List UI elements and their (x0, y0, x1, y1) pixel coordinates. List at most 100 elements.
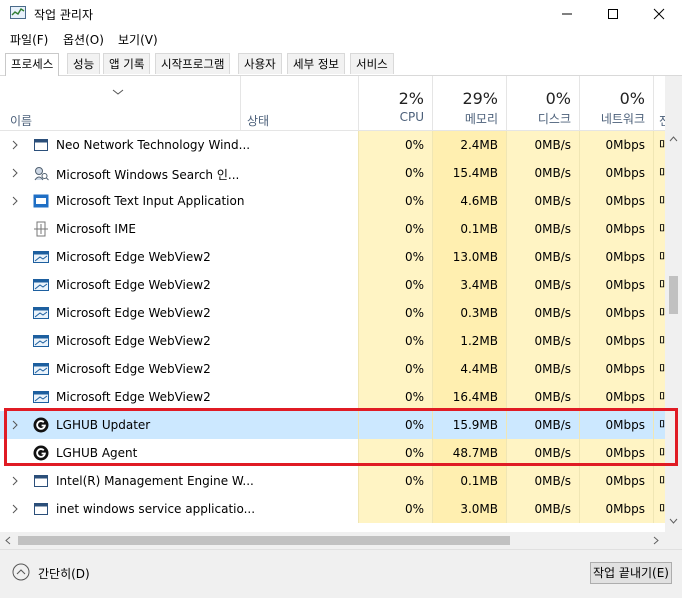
chevron-right-icon[interactable] (11, 168, 19, 178)
process-disk: 0MB/s (506, 243, 579, 271)
process-row[interactable]: Microsoft Edge WebView2 0% 3.4MB 0MB/s 0Mbps… (0, 271, 665, 299)
process-name-cell: Microsoft IME (0, 215, 240, 243)
process-net: 0Mbps (579, 383, 653, 411)
search-user-icon (34, 167, 49, 181)
disk-total: 0% (545, 89, 571, 108)
process-row[interactable]: Microsoft Edge WebView2 0% 1.2MB 0MB/s 0Mbps… (0, 327, 665, 355)
process-name: Microsoft Edge WebView2 (56, 306, 211, 320)
process-cpu: 0% (358, 159, 432, 187)
ime-icon (34, 221, 48, 237)
process-row[interactable]: Microsoft Edge WebView2 0% 4.4MB 0MB/s 0Mbps… (0, 355, 665, 383)
process-row[interactable]: Microsoft Edge WebView2 0% 13.0MB 0MB/s 0Mbp… (0, 243, 665, 271)
horizontal-scroll-thumb[interactable] (18, 536, 510, 545)
process-status-cell (240, 411, 358, 439)
chevron-right-icon[interactable] (11, 140, 19, 150)
process-power: 매 (653, 243, 665, 271)
process-power: 매 (653, 355, 665, 383)
horizontal-scrollbar[interactable] (0, 532, 665, 549)
process-net: 0Mbps (579, 299, 653, 327)
tab-startup[interactable]: 시작프로그램 (155, 53, 231, 74)
tab-details[interactable]: 세부 정보 (287, 53, 345, 74)
close-button[interactable] (636, 0, 682, 28)
process-row[interactable]: Neo Network Technology Wind... 0% 2.4MB 0MB… (0, 131, 665, 159)
process-row[interactable]: Microsoft Edge WebView2 0% 16.4MB 0MB/s 0Mbp… (0, 383, 665, 411)
tab-processes[interactable]: 프로세스 (5, 53, 60, 76)
vertical-scroll-thumb[interactable] (669, 276, 678, 314)
column-memory[interactable]: 29% 메모리 (432, 76, 506, 130)
process-net: 0Mbps (579, 131, 653, 159)
sort-chevron-icon (112, 89, 124, 95)
scroll-right-icon[interactable] (653, 536, 659, 545)
column-disk[interactable]: 0% 디스크 (506, 76, 579, 130)
process-cpu: 0% (358, 411, 432, 439)
process-net: 0Mbps (579, 495, 653, 523)
tab-performance[interactable]: 성능 (67, 53, 101, 74)
process-net: 0Mbps (579, 467, 653, 495)
tab-services[interactable]: 서비스 (350, 53, 394, 74)
process-cpu: 0% (358, 355, 432, 383)
column-name[interactable]: 이름 (0, 76, 240, 130)
process-row[interactable]: Microsoft Text Input Application 0% 4.6MB 0… (0, 187, 665, 215)
menu-file[interactable]: 파일(F) (10, 31, 48, 48)
chevron-right-icon[interactable] (11, 196, 19, 206)
process-row[interactable]: LGHUB Agent 0%48.7MB0MB/s0Mbps매 (0, 439, 665, 467)
process-mem: 3.4MB (432, 271, 506, 299)
process-name-cell: LGHUB Updater (0, 411, 240, 439)
process-net: 0Mbps (579, 327, 653, 355)
end-task-button[interactable]: 작업 끝내기(E) (590, 562, 672, 584)
process-power: 매 (653, 411, 665, 439)
chevron-right-icon[interactable] (11, 420, 19, 430)
minimize-button[interactable] (544, 0, 590, 28)
process-row[interactable]: Microsoft Edge WebView2 0% 0.3MB 0MB/s 0Mbps… (0, 299, 665, 327)
disk-label: 디스크 (537, 112, 571, 126)
menu-options[interactable]: 옵션(O) (63, 31, 104, 48)
column-network[interactable]: 0% 네트워크 (579, 76, 653, 130)
scroll-up-icon[interactable] (669, 136, 678, 142)
process-name: Intel(R) Management Engine W... (56, 474, 254, 488)
process-power: 매 (653, 327, 665, 355)
logitech-g-icon (33, 445, 49, 461)
process-name: inet windows service applicatio... (56, 502, 256, 516)
process-status-cell (240, 187, 358, 215)
process-cpu: 0% (358, 131, 432, 159)
process-name-cell: Microsoft Edge WebView2 (0, 299, 240, 327)
scroll-down-icon[interactable] (669, 518, 678, 524)
column-power[interactable]: 전력 (653, 76, 665, 130)
process-status-cell (240, 299, 358, 327)
process-cpu: 0% (358, 243, 432, 271)
menu-view[interactable]: 보기(V) (118, 31, 158, 48)
process-cpu: 0% (358, 495, 432, 523)
chevron-right-icon[interactable] (11, 504, 19, 514)
webview-icon (33, 279, 49, 291)
fewer-details-link[interactable]: 간단히(D) (38, 565, 90, 582)
process-row[interactable]: Microsoft IME 0%0.1MB0MB/s0Mbps매 (0, 215, 665, 243)
process-row[interactable]: Intel(R) Management Engine W... 0% 0.1MB 0M… (0, 467, 665, 495)
webview-icon (33, 391, 49, 403)
tab-users[interactable]: 사용자 (238, 53, 282, 74)
process-status-cell (240, 215, 358, 243)
webview-icon (33, 363, 49, 375)
process-row[interactable]: LGHUB Updater 0%15.9MB0MB/s0Mbps매 (0, 411, 665, 439)
column-status[interactable]: 상태 (240, 76, 358, 130)
chevron-right-icon[interactable] (11, 476, 19, 486)
process-mem: 15.4MB (432, 159, 506, 187)
vertical-scrollbar[interactable] (665, 76, 682, 532)
process-power: 매 (653, 383, 665, 411)
process-power: 매 (653, 299, 665, 327)
process-disk: 0MB/s (506, 159, 579, 187)
process-cpu: 0% (358, 187, 432, 215)
column-cpu[interactable]: 2% CPU (358, 76, 432, 130)
process-status-cell (240, 355, 358, 383)
scroll-left-icon[interactable] (5, 536, 11, 545)
process-mem: 1.2MB (432, 327, 506, 355)
process-row[interactable]: Microsoft Windows Search 인... 0% 15.4MB 0MB… (0, 159, 665, 187)
process-name-cell: Microsoft Windows Search 인... (0, 159, 240, 187)
process-mem: 4.6MB (432, 187, 506, 215)
process-row[interactable]: inet windows service applicatio... 0% 3.0M… (0, 495, 665, 523)
chevron-up-circle-icon[interactable] (12, 563, 30, 581)
minimize-icon (562, 13, 572, 15)
process-name: Microsoft Edge WebView2 (56, 334, 211, 348)
tab-app-history[interactable]: 앱 기록 (103, 53, 151, 74)
maximize-button[interactable] (590, 0, 636, 28)
process-mem: 48.7MB (432, 439, 506, 467)
